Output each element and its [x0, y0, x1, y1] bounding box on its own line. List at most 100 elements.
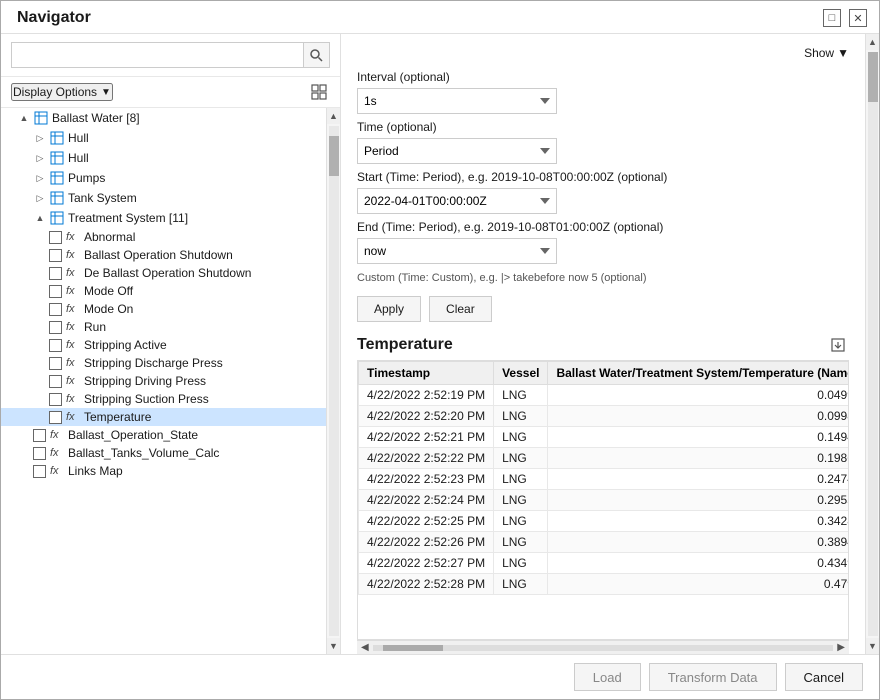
table-row: 4/22/2022 2:52:19 PM LNG 0.04997: [359, 385, 850, 406]
tree-item-treatment-system[interactable]: ▲ Treatment System [11]: [1, 208, 326, 228]
right-scroll-down-button[interactable]: ▼: [866, 638, 880, 654]
cell-timestamp: 4/22/2022 2:52:20 PM: [359, 406, 494, 427]
cell-value: 0.34285: [548, 511, 849, 532]
tree-scroll-down-button[interactable]: ▼: [327, 638, 341, 654]
settings-button[interactable]: [308, 81, 330, 103]
cell-timestamp: 4/22/2022 2:52:24 PM: [359, 490, 494, 511]
tree-item-stripping-active[interactable]: fx Stripping Active: [1, 336, 326, 354]
tree-item-mode-on[interactable]: fx Mode On: [1, 300, 326, 318]
h-scroll-left-button[interactable]: ◀: [361, 642, 369, 653]
table-row: 4/22/2022 2:52:20 PM LNG 0.09983: [359, 406, 850, 427]
cell-vessel: LNG: [494, 469, 548, 490]
tree-scroll-up-button[interactable]: ▲: [327, 108, 341, 124]
checkbox-stripping-driving-press[interactable]: [49, 375, 62, 388]
table-icon-pumps: [49, 170, 65, 186]
tree-item-hull-2[interactable]: ▷ Hull: [1, 148, 326, 168]
checkbox-ballast-op-shutdown[interactable]: [49, 249, 62, 262]
stripping-active-label: Stripping Active: [84, 338, 167, 352]
end-select[interactable]: nowtoday: [357, 238, 557, 264]
hull1-label: Hull: [68, 131, 89, 145]
stripping-discharge-press-label: Stripping Discharge Press: [84, 356, 223, 370]
tree-item-ballast-op-shutdown[interactable]: fx Ballast Operation Shutdown: [1, 246, 326, 264]
clear-button[interactable]: Clear: [429, 296, 492, 322]
time-select[interactable]: PeriodCustomLatest: [357, 138, 557, 164]
cell-timestamp: 4/22/2022 2:52:27 PM: [359, 553, 494, 574]
checkbox-de-ballast-op-shutdown[interactable]: [49, 267, 62, 280]
cell-value: 0.09983: [548, 406, 849, 427]
minimize-button[interactable]: □: [823, 9, 841, 27]
load-button[interactable]: Load: [574, 663, 641, 691]
fx-icon-mode-on: fx: [66, 303, 80, 315]
checkbox-temperature[interactable]: [49, 411, 62, 424]
expand-tank-system-icon: ▷: [33, 191, 47, 205]
links-map-label: Links Map: [68, 464, 123, 478]
tree-content[interactable]: ▲ Ballast Water [8] ▷ Hull: [1, 108, 326, 654]
tree-item-ballast-op-state[interactable]: fx Ballast_Operation_State: [1, 426, 326, 444]
expand-hull1-icon: ▷: [33, 131, 47, 145]
interval-select[interactable]: 1s5s10s1m: [357, 88, 557, 114]
tree-item-mode-off[interactable]: fx Mode Off: [1, 282, 326, 300]
show-arrow-icon: ▼: [837, 46, 849, 60]
display-options-button[interactable]: Display Options ▼: [11, 83, 113, 101]
search-button[interactable]: [304, 42, 330, 68]
h-scroll-track: [373, 645, 834, 651]
checkbox-mode-on[interactable]: [49, 303, 62, 316]
data-table-wrapper[interactable]: Timestamp Vessel Ballast Water/Treatment…: [357, 360, 849, 640]
tree-item-run[interactable]: fx Run: [1, 318, 326, 336]
right-outer: Show ▼ Interval (optional) 1s5s10s1m Tim…: [341, 34, 879, 654]
interval-field-row: Interval (optional) 1s5s10s1m: [357, 70, 849, 114]
stripping-driving-press-label: Stripping Driving Press: [84, 374, 206, 388]
tree-scrollbar: ▲ ▼: [326, 108, 340, 654]
show-label: Show: [804, 46, 834, 60]
start-select[interactable]: 2022-04-01T00:00:00Z: [357, 188, 557, 214]
right-top: Show ▼ Interval (optional) 1s5s10s1m Tim…: [341, 34, 865, 330]
fx-icon-temperature: fx: [66, 411, 80, 423]
apply-button[interactable]: Apply: [357, 296, 421, 322]
h-scroll-right-button[interactable]: ▶: [837, 642, 845, 653]
left-panel: Display Options ▼ ▲: [1, 34, 341, 654]
checkbox-links-map[interactable]: [33, 465, 46, 478]
cancel-button[interactable]: Cancel: [785, 663, 863, 691]
tree-item-stripping-suction-press[interactable]: fx Stripping Suction Press: [1, 390, 326, 408]
show-button[interactable]: Show ▼: [804, 46, 849, 60]
ballast-tanks-vol-label: Ballast_Tanks_Volume_Calc: [68, 446, 219, 460]
tree-item-tank-system[interactable]: ▷ Tank System: [1, 188, 326, 208]
time-field-row: Time (optional) PeriodCustomLatest: [357, 120, 849, 164]
checkbox-ballast-op-state[interactable]: [33, 429, 46, 442]
tree-item-ballast-tanks-vol[interactable]: fx Ballast_Tanks_Volume_Calc: [1, 444, 326, 462]
right-scroll-up-button[interactable]: ▲: [866, 34, 880, 50]
fx-icon-mode-off: fx: [66, 285, 80, 297]
tree-item-de-ballast-op-shutdown[interactable]: fx De Ballast Operation Shutdown: [1, 264, 326, 282]
checkbox-stripping-discharge-press[interactable]: [49, 357, 62, 370]
right-scroll-track: [868, 52, 878, 636]
close-button[interactable]: ✕: [849, 9, 867, 27]
tree-item-pumps[interactable]: ▷ Pumps: [1, 168, 326, 188]
transform-data-button[interactable]: Transform Data: [649, 663, 777, 691]
checkbox-stripping-active[interactable]: [49, 339, 62, 352]
tree-item-temperature[interactable]: fx Temperature: [1, 408, 326, 426]
ballast-water-label: Ballast Water [8]: [52, 111, 140, 125]
tree-item-stripping-discharge-press[interactable]: fx Stripping Discharge Press: [1, 354, 326, 372]
table-title: Temperature: [357, 336, 453, 354]
tree-item-ballast-water[interactable]: ▲ Ballast Water [8]: [1, 108, 326, 128]
tree-item-links-map[interactable]: fx Links Map: [1, 462, 326, 480]
checkbox-abnormal[interactable]: [49, 231, 62, 244]
action-buttons-row: Apply Clear: [357, 296, 849, 322]
checkbox-run[interactable]: [49, 321, 62, 334]
custom-field-row: Custom (Time: Custom), e.g. |> takebefor…: [357, 270, 849, 286]
tree-item-abnormal[interactable]: fx Abnormal: [1, 228, 326, 246]
checkbox-ballast-tanks-vol[interactable]: [33, 447, 46, 460]
checkbox-mode-off[interactable]: [49, 285, 62, 298]
table-export-button[interactable]: [827, 334, 849, 356]
checkbox-stripping-suction-press[interactable]: [49, 393, 62, 406]
temperature-label: Temperature: [84, 410, 151, 424]
tree-item-stripping-driving-press[interactable]: fx Stripping Driving Press: [1, 372, 326, 390]
abnormal-label: Abnormal: [84, 230, 135, 244]
fx-icon-ballast-op-state: fx: [50, 429, 64, 441]
main-content: Display Options ▼ ▲: [1, 34, 879, 654]
cell-value: 0.4794: [548, 574, 849, 595]
fx-icon-stripping-suction-press: fx: [66, 393, 80, 405]
search-input[interactable]: [11, 42, 304, 68]
table-row: 4/22/2022 2:52:21 PM LNG 0.14943: [359, 427, 850, 448]
tree-item-hull-1[interactable]: ▷ Hull: [1, 128, 326, 148]
